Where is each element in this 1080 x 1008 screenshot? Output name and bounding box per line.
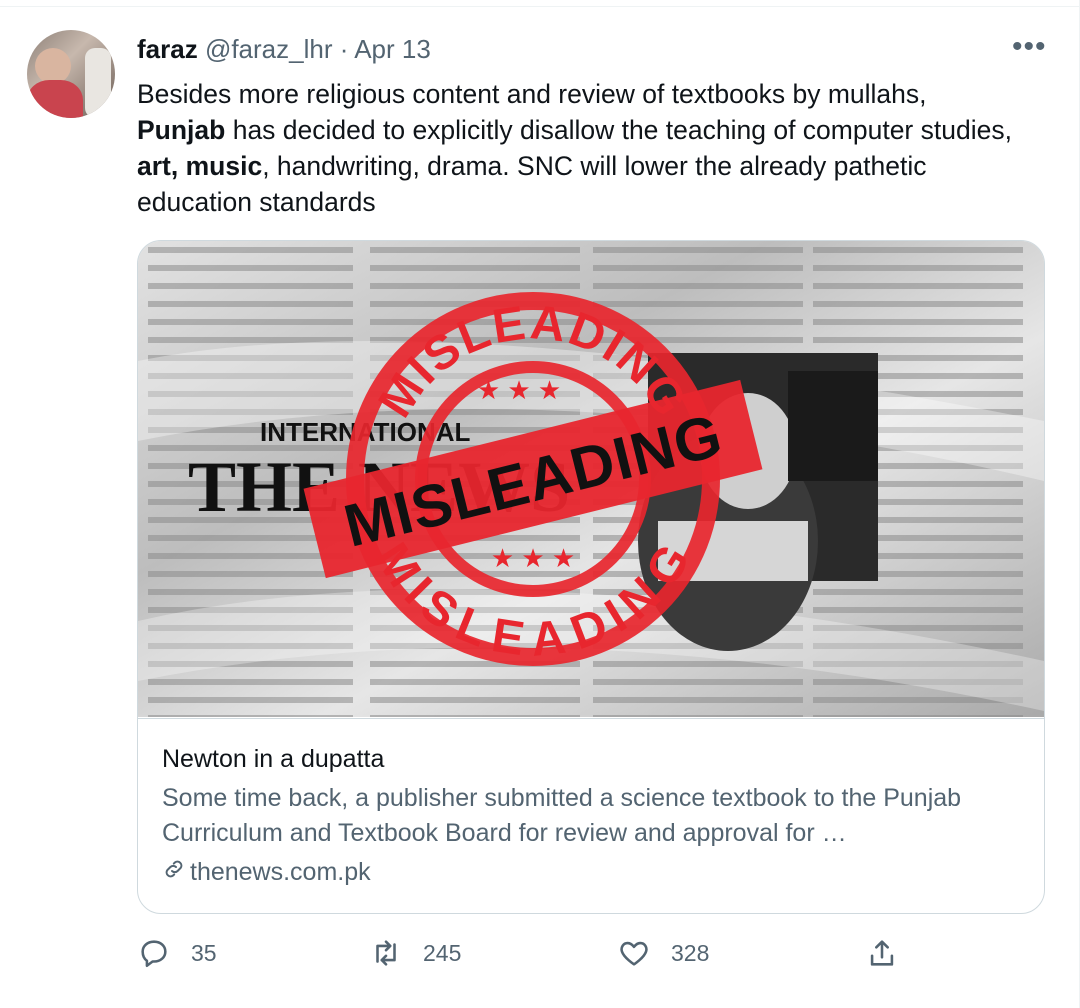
like-count: 328 — [671, 939, 710, 966]
retweet-button[interactable]: 245 — [369, 930, 461, 976]
tweet-text: Besides more religious content and revie… — [137, 76, 1017, 220]
like-button[interactable]: 328 — [617, 930, 709, 976]
share-button[interactable] — [865, 930, 899, 976]
like-icon — [620, 941, 648, 966]
tweet-text-bold: Punjab — [137, 115, 226, 145]
tweet-text-segment: Besides more religious content and revie… — [137, 79, 927, 109]
tweet-actions: 35 245 328 — [137, 930, 937, 976]
retweet-count: 245 — [423, 939, 462, 966]
card-domain-text: thenews.com.pk — [190, 858, 371, 886]
svg-text:★ ★ ★: ★ ★ ★ — [491, 543, 575, 573]
author-name[interactable]: faraz — [137, 34, 198, 64]
avatar-face — [35, 48, 71, 84]
avatar-figure — [85, 48, 111, 118]
card-title[interactable]: Newton in a dupatta — [162, 743, 384, 775]
card-description: Some time back, a publisher submitted a … — [162, 784, 962, 847]
reply-count: 35 — [191, 939, 217, 966]
separator-dot: · — [339, 34, 349, 64]
tweet-text-bold: art, music — [137, 151, 263, 181]
card-domain[interactable]: thenews.com.pk — [162, 855, 371, 890]
retweet-icon — [376, 940, 396, 966]
link-card[interactable]: INTERNATIONAL THE NEWS MISLEADING MISLEA… — [137, 240, 1045, 914]
svg-text:★ ★ ★: ★ ★ ★ — [477, 375, 561, 405]
tweet-header: faraz @faraz_lhr · Apr 13 — [137, 32, 431, 66]
reply-icon — [141, 940, 167, 968]
share-icon — [870, 940, 894, 966]
card-image: INTERNATIONAL THE NEWS MISLEADING MISLEA… — [138, 241, 1044, 717]
tweet-text-segment: has decided to explicitly disallow the t… — [225, 115, 1012, 145]
reply-button[interactable]: 35 — [137, 930, 217, 976]
avatar[interactable] — [27, 30, 115, 118]
link-icon — [162, 856, 186, 890]
tweet-date[interactable]: Apr 13 — [354, 34, 431, 64]
more-options-icon[interactable]: ••• — [1012, 30, 1047, 64]
top-divider — [0, 0, 1080, 7]
author-handle[interactable]: @faraz_lhr — [205, 34, 333, 64]
avatar-shawl — [27, 80, 83, 118]
card-meta[interactable]: Newton in a dupatta Some time back, a pu… — [138, 718, 1044, 913]
